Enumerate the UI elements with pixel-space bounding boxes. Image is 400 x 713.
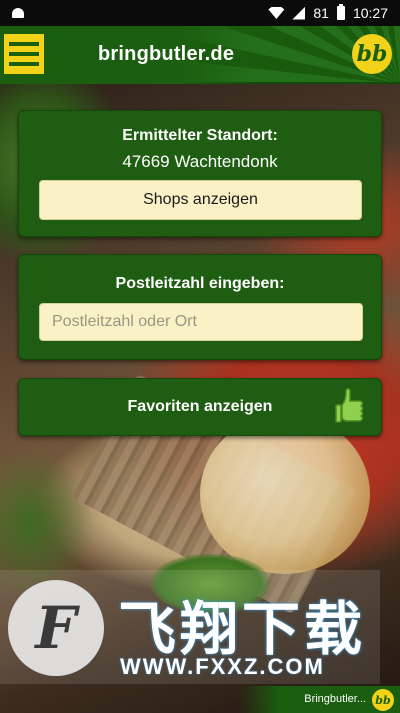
pizza-crust-shape [200,414,370,574]
location-card: Ermittelter Standort: 47669 Wachtendonk … [18,110,382,237]
favorites-label: Favoriten anzeigen [127,398,273,415]
detected-location: 47669 Wachtendonk [122,152,278,171]
battery-icon [336,4,345,20]
footer-app-name: Bringbutler... [304,693,366,705]
app-title: bringbutler.de [98,42,235,65]
menu-button[interactable] [2,32,46,76]
wifi-icon [268,7,285,19]
menu-icon-bar [9,42,39,46]
signal-icon [292,6,306,20]
location-card-title: Ermittelter Standort: [122,127,278,144]
battery-percent: 81 [313,5,329,21]
watermark-overlay: F 飞翔下载 WWW.FXXZ.COM [0,570,380,684]
thumbs-up-icon [335,388,364,423]
status-bar: 81 10:27 [0,0,400,26]
bringbutler-logo-icon: bb [352,34,392,74]
show-shops-button[interactable]: Shops anzeigen [39,180,362,220]
status-bar-right: 81 10:27 [268,4,388,21]
footer-bar: Bringbutler... bb [0,686,400,713]
watermark-url: WWW.FXXZ.COM [120,654,325,679]
watermark-logo-icon: F [8,580,104,676]
clock: 10:27 [352,5,388,21]
postal-code-card: Postleitzahl eingeben: [18,254,382,360]
menu-icon-bar [9,52,39,56]
postal-code-card-title: Postleitzahl eingeben: [115,275,285,292]
android-notification-icon [12,8,24,18]
app-header: bringbutler.de bb [0,26,400,84]
footer-logo-icon: bb [372,689,394,711]
menu-icon-bar [9,62,39,66]
postal-code-input[interactable] [39,303,363,341]
favorites-button[interactable]: Favoriten anzeigen [18,378,382,436]
